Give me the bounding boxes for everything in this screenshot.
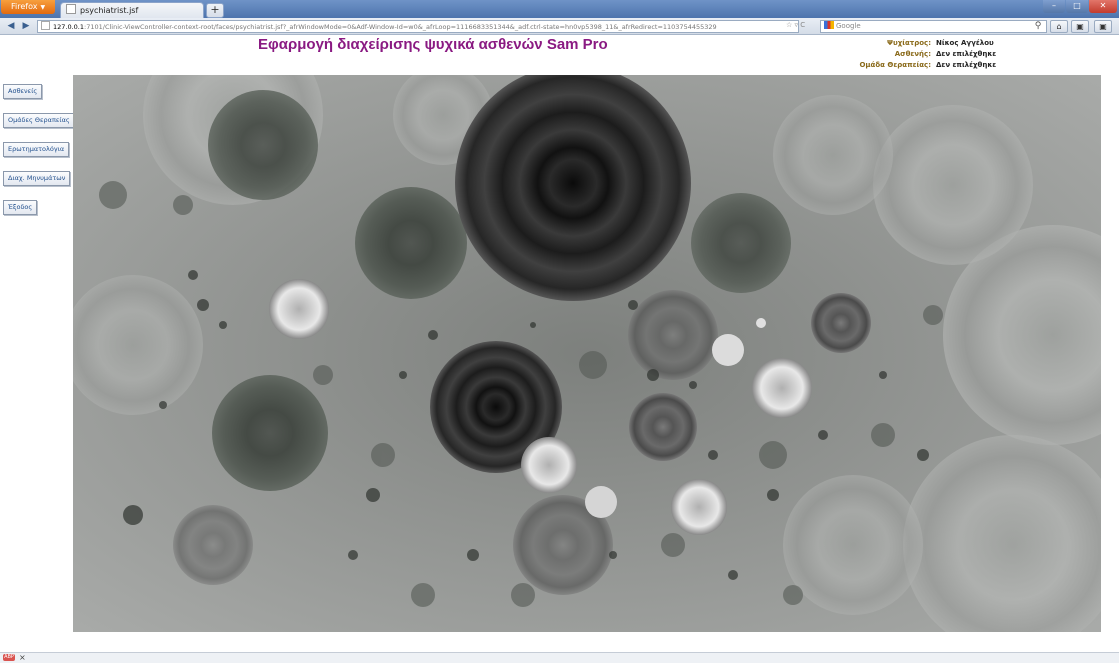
new-tab-button[interactable]: + xyxy=(206,3,224,18)
home-icon[interactable]: ⌂ xyxy=(1050,20,1068,33)
url-path: :7101/Clinic-ViewController-context-root… xyxy=(84,23,717,31)
toolbar-addon-icon[interactable]: ▣ xyxy=(1071,20,1089,33)
chevron-down-icon: ▼ xyxy=(40,4,46,11)
page-icon xyxy=(66,4,76,14)
minimize-icon[interactable]: – xyxy=(1043,0,1065,13)
firefox-menu-button[interactable]: Firefox ▼ xyxy=(1,0,56,14)
google-icon xyxy=(824,21,834,29)
menu-button-messages[interactable]: Διαχ. Μηνυμάτων xyxy=(3,171,71,186)
side-menu: Ασθενείς Ομάδες Θεραπείας Ερωτηματολόγια… xyxy=(3,78,75,223)
maximize-icon[interactable]: □ xyxy=(1066,0,1088,13)
info-value: Δεν επιλέχθηκε xyxy=(936,50,997,58)
search-input[interactable]: Google xyxy=(820,20,1047,33)
addon-bar-icon[interactable]: ABP xyxy=(3,654,15,661)
info-value: Νίκος Αγγέλου xyxy=(936,39,994,47)
menu-button-questionnaires[interactable]: Ερωτηματολόγια xyxy=(3,142,70,157)
info-label: Ψυχίατρος: xyxy=(887,39,931,47)
site-icon xyxy=(41,21,50,30)
bookmark-star-icon[interactable]: ☆ ▿ C xyxy=(786,20,805,31)
browser-statusbar: ABP × xyxy=(0,652,1119,663)
menu-button-therapy-groups[interactable]: Ομάδες Θεραπείας xyxy=(3,113,75,128)
close-addon-bar-icon[interactable]: × xyxy=(19,653,26,662)
circles-artwork xyxy=(73,75,1101,632)
info-label: Ασθενής: xyxy=(894,50,931,58)
browser-titlebar: Firefox ▼ psychiatrist.jsf + – □ ✕ xyxy=(0,0,1119,19)
session-info: Ψυχίατρος: Νίκος Αγγέλου Ασθενής: Δεν επιλ… xyxy=(835,38,1105,71)
search-icon[interactable]: ⚲ xyxy=(1031,20,1045,32)
browser-tab[interactable]: psychiatrist.jsf xyxy=(60,2,204,19)
info-row-patient: Ασθενής: Δεν επιλέχθηκε xyxy=(835,49,1105,60)
search-placeholder: Google xyxy=(836,22,861,30)
info-row-therapy-group: Ομάδα Θεραπείας: Δεν επιλέχθηκε xyxy=(835,60,1105,71)
back-icon[interactable]: ◀ xyxy=(4,20,18,32)
info-row-psychiatrist: Ψυχίατρος: Νίκος Αγγέλου xyxy=(835,38,1105,49)
firefox-menu-label: Firefox xyxy=(11,2,38,11)
address-bar[interactable]: 127.0.0.1:7101/Clinic-ViewController-con… xyxy=(37,20,799,33)
url-host: 127.0.0.1 xyxy=(53,23,85,31)
decorative-background-image xyxy=(73,75,1101,632)
menu-button-patients[interactable]: Ασθενείς xyxy=(3,84,43,99)
toolbar-menu-icon[interactable]: ▣ xyxy=(1094,20,1112,33)
info-value: Δεν επιλέχθηκε xyxy=(936,61,997,69)
info-label: Ομάδα Θεραπείας: xyxy=(859,61,931,69)
forward-icon[interactable]: ▶ xyxy=(19,20,33,32)
tab-title: psychiatrist.jsf xyxy=(80,6,139,15)
browser-navbar: ◀ ▶ 127.0.0.1:7101/Clinic-ViewController… xyxy=(0,18,1119,35)
page-title: Εφαρμογή διαχείρισης ψυχικά ασθενών Sam … xyxy=(258,36,608,53)
close-icon[interactable]: ✕ xyxy=(1089,0,1117,13)
menu-button-exit[interactable]: Έξοδος xyxy=(3,200,38,215)
